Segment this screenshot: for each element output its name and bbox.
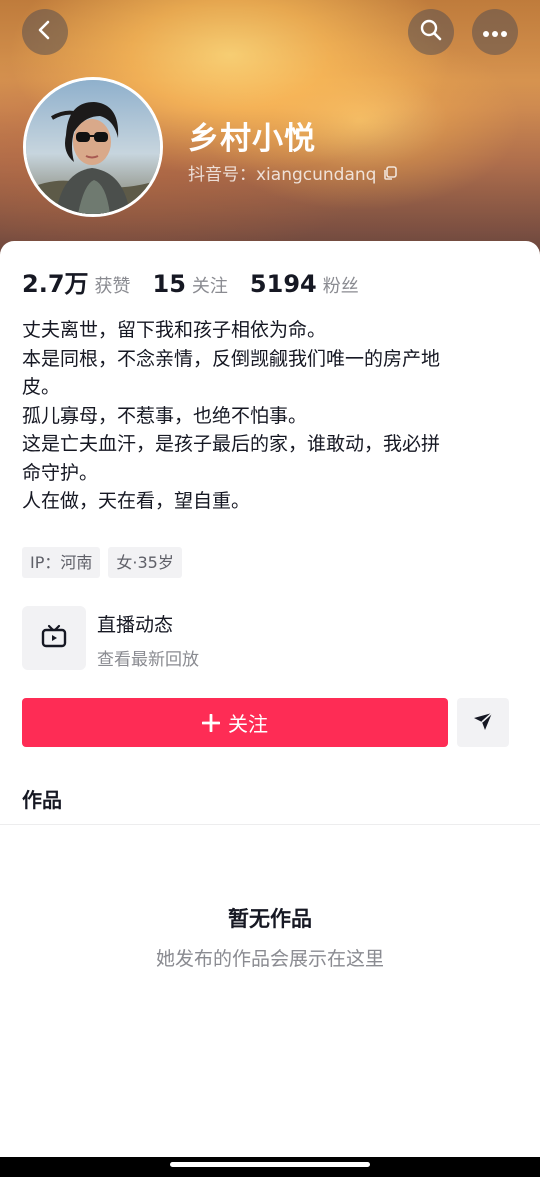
ip-location-tag: IP：河南 [22,547,101,578]
works-tab[interactable]: 作品 [22,784,62,813]
douyin-id[interactable]: 抖音号：xiangcundanq [188,160,398,185]
tv-icon [40,622,68,654]
bio-line: 命守护。 [22,461,99,484]
bio-line: 皮。 [22,376,61,398]
follow-label: 关注 [228,712,268,736]
bio-line: 这是亡夫血汗，是孩子最后的家，谁敢动，我必拼 [22,433,441,455]
stat-followers[interactable]: 5194 粉丝 [250,270,359,298]
search-icon [419,18,443,46]
divider [0,824,540,825]
message-button[interactable] [457,698,509,747]
profile-tags: IP：河南 女·35岁 [22,547,190,578]
empty-works-subtitle: 她发布的作品会展示在这里 [155,948,384,970]
empty-works-title: 暂无作品 [228,907,312,931]
stat-followers-value: 5194 [249,270,317,298]
live-replay-title[interactable]: 直播动态 [97,610,173,637]
plus-icon [202,713,220,732]
stat-following-value: 15 [152,270,186,298]
more-button[interactable] [472,9,518,55]
send-icon [472,710,494,736]
profile-page: 乡村小悦 抖音号：xiangcundanq 2.7万 获赞 15 关注 5194… [0,0,540,1177]
bio: 丈夫离世，留下我和孩子相依为命。 本是同根，不念亲情，反倒觊觎我们唯一的房产地 … [22,316,518,516]
back-button[interactable] [22,9,68,55]
live-replay-subtitle: 查看最新回放 [97,650,199,670]
copy-icon[interactable] [382,165,398,181]
stats-row: 2.7万 获赞 15 关注 5194 粉丝 [22,264,381,299]
nickname: 乡村小悦 [188,121,316,157]
stat-following[interactable]: 15 关注 [153,270,228,298]
avatar[interactable] [23,77,163,217]
gender-age-tag: 女·35岁 [108,547,182,578]
douyin-id-text: 抖音号：xiangcundanq [188,165,377,185]
chevron-left-icon [34,19,56,45]
system-bottom-bar [0,1157,540,1177]
home-indicator[interactable] [170,1162,370,1167]
more-horizontal-icon [482,23,508,42]
stat-following-label: 关注 [191,276,228,297]
bio-line: 人在做，天在看，望自重。 [22,490,251,512]
live-replay-thumbnail[interactable] [22,606,86,670]
stat-likes-label: 获赞 [94,276,131,297]
bio-line: 孤儿寡母，不惹事，也绝不怕事。 [22,404,308,427]
stat-followers-label: 粉丝 [322,276,359,297]
search-button[interactable] [408,9,454,55]
follow-button[interactable]: 关注 [22,698,448,747]
stat-likes[interactable]: 2.7万 获赞 [22,264,131,299]
stat-likes-value: 2.7万 [22,270,89,298]
bio-line: 本是同根，不念亲情，反倒觊觎我们唯一的房产地 [22,347,441,370]
bio-line: 丈夫离世，留下我和孩子相依为命。 [22,319,327,341]
